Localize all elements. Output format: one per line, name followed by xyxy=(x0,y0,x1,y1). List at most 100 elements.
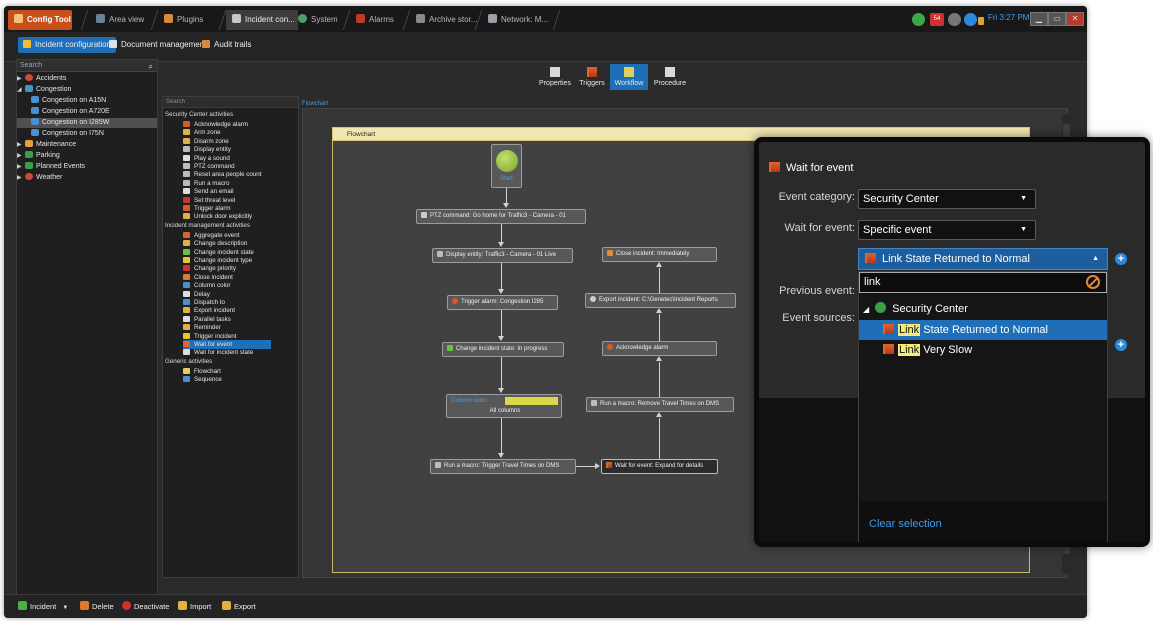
alarm-count-badge[interactable]: 54 xyxy=(930,13,944,26)
security-center-icon xyxy=(875,302,887,313)
button-label: Delete xyxy=(92,602,114,611)
wait-for-event-dropdown[interactable]: Specific event ▼ xyxy=(858,220,1036,240)
activity-icon xyxy=(183,324,190,331)
expand-icon[interactable]: ▶ xyxy=(17,162,25,172)
procedure-button[interactable]: Procedure xyxy=(650,64,690,90)
close-button[interactable]: ✕ xyxy=(1066,12,1084,26)
activity-label: Sequence xyxy=(194,376,222,384)
color-swatch xyxy=(505,397,558,405)
tree-item-congestion-i285w[interactable]: Congestion on I285W xyxy=(17,118,157,128)
node-export-incident[interactable]: Export incident: C:\Genetec\Incident Rep… xyxy=(585,293,736,308)
expand-icon[interactable]: ▶ xyxy=(17,140,25,150)
start-node[interactable]: Start xyxy=(491,144,522,188)
event-category-dropdown[interactable]: Security Center ▼ xyxy=(858,189,1036,209)
add-event-icon[interactable]: + xyxy=(1115,253,1127,265)
node-trigger-alarm[interactable]: Trigger alarm: Congestion I285 xyxy=(447,295,558,310)
activity-item[interactable]: Unlock door explicitly xyxy=(183,212,271,221)
collapse-icon[interactable]: ◢ xyxy=(17,85,25,95)
workflow-button[interactable]: Workflow xyxy=(610,64,648,90)
activity-item[interactable]: Wait for incident state xyxy=(183,348,271,357)
minimize-button[interactable]: ▁ xyxy=(1030,12,1048,26)
tab-audit-trails[interactable]: Audit trails xyxy=(197,37,256,53)
node-acknowledge-alarm[interactable]: Acknowledge alarm xyxy=(602,341,717,356)
tab-area-view[interactable]: Area view xyxy=(90,10,152,30)
expand-icon[interactable]: ▶ xyxy=(17,173,25,183)
tree-item-weather[interactable]: ▶ Weather xyxy=(17,173,157,183)
search-icon[interactable]: ⌕ xyxy=(149,61,153,73)
network-status-icon[interactable] xyxy=(964,13,977,26)
chevron-down-icon[interactable]: ▼ xyxy=(62,605,68,611)
activity-icon xyxy=(183,213,190,220)
activity-icon xyxy=(183,179,190,186)
button-label: Workflow xyxy=(614,80,644,87)
node-wait-for-event[interactable]: Wait for event: Expand for details xyxy=(601,459,718,474)
triggers-button[interactable]: Triggers xyxy=(576,64,608,90)
export-button[interactable]: Export xyxy=(222,601,256,611)
breadcrumb[interactable]: Flowchart xyxy=(302,101,328,107)
tree-item-congestion-i75n[interactable]: Congestion on I75N xyxy=(17,129,157,139)
status-ok-icon[interactable] xyxy=(912,13,925,26)
tree-item-planned-events[interactable]: ▶ Planned Events xyxy=(17,162,157,172)
activity-label: Change incident type xyxy=(194,257,253,264)
node-change-incident-state[interactable]: Change incident state: In progress xyxy=(442,342,564,357)
tab-config-tool[interactable]: Config Tool xyxy=(8,10,72,30)
activity-item[interactable]: Sequence xyxy=(183,375,271,384)
activity-icon xyxy=(183,137,190,144)
restore-button[interactable]: ▭ xyxy=(1048,12,1066,26)
add-incident-button[interactable]: Incident ▼ xyxy=(18,601,68,611)
tab-alarms[interactable]: Alarms xyxy=(350,10,402,30)
add-source-icon[interactable]: + xyxy=(1115,339,1127,351)
node-close-incident[interactable]: Close incident: Immediately xyxy=(602,247,717,262)
event-type-dropdown[interactable]: Link State Returned to Normal ▲ xyxy=(858,248,1108,270)
collapse-icon[interactable]: ◢ xyxy=(863,305,869,314)
import-button[interactable]: Import xyxy=(178,601,211,611)
option-label: Very Slow xyxy=(920,344,973,356)
sub-tab-label: Incident configuration xyxy=(35,40,112,49)
node-ptz-command[interactable]: PTZ command: Go home for Traffic3 - Came… xyxy=(416,209,586,224)
clear-selection-link[interactable]: Clear selection xyxy=(869,518,942,530)
tab-incident-configuration-sub[interactable]: Incident configuration xyxy=(18,37,117,53)
tab-network[interactable]: Network: M... xyxy=(482,10,554,30)
activity-icon xyxy=(183,341,190,347)
activity-label: Dispatch to xyxy=(194,299,225,306)
expand-icon[interactable]: ▶ xyxy=(17,74,25,84)
volume-icon[interactable] xyxy=(948,13,961,26)
tree-item-congestion[interactable]: ◢ Congestion xyxy=(17,85,157,95)
search-placeholder: Search xyxy=(166,99,186,105)
node-run-macro-remove[interactable]: Run a macro: Remove Travel Times on DMS xyxy=(586,397,734,412)
activity-group-title: Generic activities xyxy=(165,357,213,365)
macro-icon xyxy=(591,400,597,406)
tree-search-input[interactable]: Search ⌕ xyxy=(17,60,157,72)
option-link-very-slow[interactable]: Link Very Slow xyxy=(859,340,1107,360)
popup-title: Wait for event xyxy=(769,162,853,174)
node-display-entity[interactable]: Display entity: Traffic3 - Camera - 01 L… xyxy=(432,248,573,263)
tree-item-maintenance[interactable]: ▶ Maintenance xyxy=(17,140,157,150)
tree-item-congestion-a15n[interactable]: Congestion on A15N xyxy=(17,96,157,106)
tree-item-parking[interactable]: ▶ Parking xyxy=(17,151,157,161)
tab-archive-storage[interactable]: Archive stor... xyxy=(410,10,480,30)
clear-search-icon[interactable] xyxy=(1086,275,1100,289)
node-run-macro-trigger[interactable]: Run a macro: Trigger Travel Times on DMS xyxy=(430,459,576,474)
activity-label: Display entity xyxy=(194,146,231,154)
tab-document-management[interactable]: Document management xyxy=(104,37,211,53)
tree-item-accidents[interactable]: ▶ Accidents xyxy=(17,74,157,84)
tab-incident-configuration[interactable]: Incident con... xyxy=(226,10,298,30)
notification-icon[interactable] xyxy=(978,17,984,25)
node-column-color[interactable]: Column color: All columns xyxy=(446,394,562,418)
properties-button[interactable]: Properties xyxy=(534,64,576,90)
tree-node-security-center[interactable]: ◢ Security Center xyxy=(859,299,1107,319)
tab-plugins[interactable]: Plugins xyxy=(158,10,218,30)
network-icon xyxy=(488,14,497,23)
activities-search-input[interactable]: Search xyxy=(163,97,298,108)
tree-item-congestion-a720e[interactable]: Congestion on A720E xyxy=(17,107,157,117)
delete-button[interactable]: Delete xyxy=(80,601,114,611)
tab-system[interactable]: System xyxy=(292,10,342,30)
deactivate-button[interactable]: Deactivate xyxy=(122,601,169,611)
option-link-state-returned-to-normal[interactable]: Link State Returned to Normal xyxy=(859,320,1107,340)
alarm-icon xyxy=(607,344,613,350)
procedure-icon xyxy=(665,67,675,77)
activity-group-title: Security Center activities xyxy=(165,111,234,118)
event-search-input[interactable]: link xyxy=(859,272,1107,293)
expand-icon[interactable]: ▶ xyxy=(17,151,25,161)
activity-icon xyxy=(183,248,190,255)
